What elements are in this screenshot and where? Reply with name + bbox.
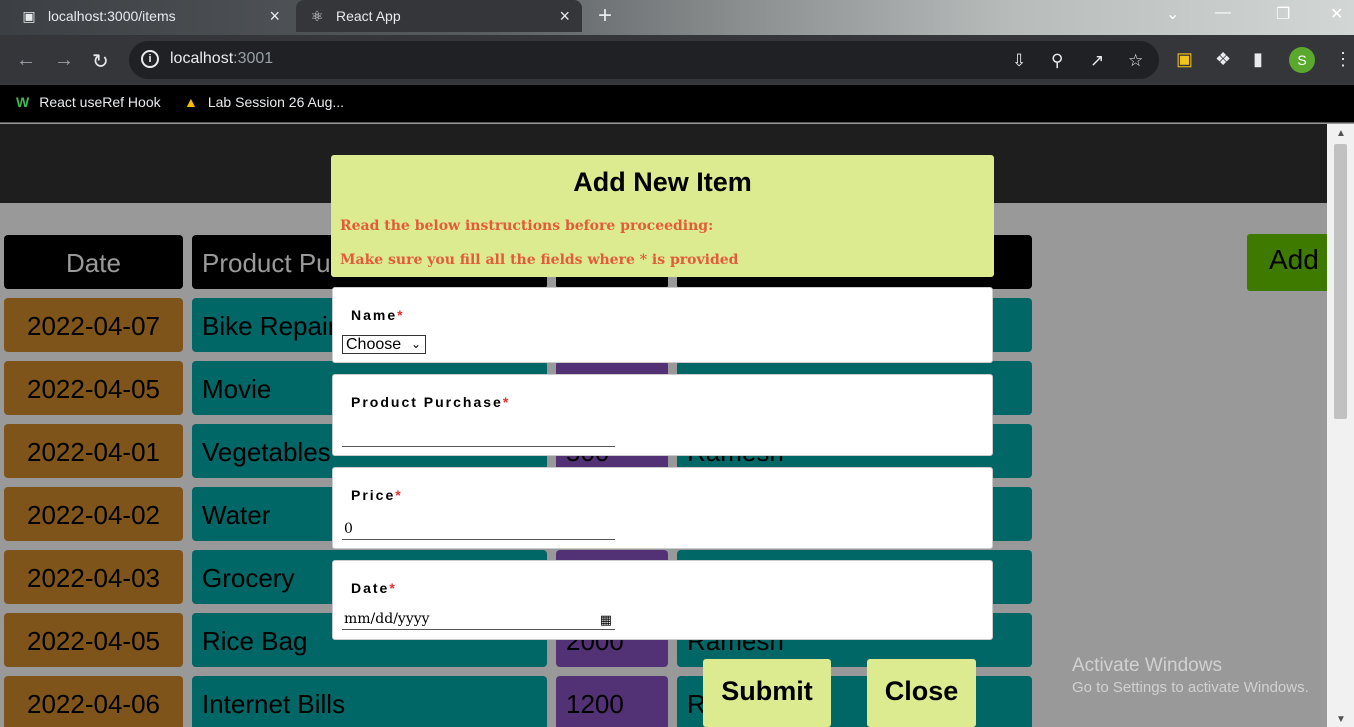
bookmark-star-icon[interactable]: ☆ [1128,51,1143,71]
bookmark-label: Lab Session 26 Aug... [207,94,345,110]
restore-icon[interactable]: ❐ [1276,4,1290,24]
name-field: Name* Choose ⌄ [332,287,993,363]
browser-toolbar: ← → ↻ i localhost:3001 ⇩ ⚲ ↗ ☆ ▣ ❖ ▮ S ⋮ [0,35,1354,85]
product-input[interactable] [342,425,615,447]
install-icon[interactable]: ⇩ [1012,51,1026,71]
bookmark-lab-session[interactable]: ▲ Lab Session 26 Aug... [184,94,344,110]
zoom-icon[interactable]: ⚲ [1051,51,1063,71]
site-info-icon[interactable]: i [141,50,159,68]
required-mark: * [502,394,511,410]
scrollbar-thumb[interactable] [1334,144,1347,419]
watermark-line-1: Activate Windows [1072,655,1222,676]
url-text: localhost:3001 [170,50,273,68]
submit-button[interactable]: Submit [703,659,831,727]
required-mark: * [389,580,397,596]
url-host: localhost [170,50,234,67]
tab-title: localhost:3000/items [48,8,176,24]
tab-title: React App [336,8,401,24]
bookmark-react-useref[interactable]: W React useRef Hook [16,94,161,110]
tab-strip: ▣ localhost:3000/items × ⚛ React App × +… [0,0,1354,35]
modal-title: Add New Item [573,167,752,197]
date-field: Date* mm/dd/yyyy ▦ [332,560,993,640]
page-icon: ▣ [22,7,36,24]
side-panel-icon[interactable]: ▮ [1253,49,1263,70]
instruction-line-2: Make sure you fill all the fields where … [340,252,739,268]
price-input[interactable] [342,518,615,540]
name-select[interactable]: Choose ⌄ [342,335,426,354]
calendar-icon[interactable]: ▦ [600,610,612,632]
bookmarks-bar: W React useRef Hook ▲ Lab Session 26 Aug… [0,85,1354,123]
w3schools-icon: W [16,94,30,110]
price-label: Price* [351,487,403,503]
price-field: Price* [332,467,993,549]
share-icon[interactable]: ↗ [1090,51,1104,71]
price-label-text: Price [351,487,396,503]
date-label: Date* [351,580,397,596]
new-tab-icon[interactable]: + [598,2,612,30]
address-bar[interactable]: i localhost:3001 ⇩ ⚲ ↗ ☆ [129,41,1159,79]
close-tab-icon[interactable]: × [269,6,280,27]
date-input[interactable]: mm/dd/yyyy ▦ [342,608,615,630]
name-label-text: Name [351,307,398,323]
required-mark: * [397,307,405,323]
date-label-text: Date [351,580,390,596]
instruction-line-1: Read the below instructions before proce… [340,218,714,234]
reload-icon[interactable]: ↻ [92,49,109,74]
tab-items[interactable]: ▣ localhost:3000/items × [8,0,292,32]
forward-icon[interactable]: → [54,49,74,72]
product-label-text: Product Purchase [351,394,503,410]
tab-search-icon[interactable]: ⌄ [1166,4,1179,24]
chevron-down-icon: ⌄ [410,337,421,351]
close-window-icon[interactable]: ✕ [1330,4,1343,24]
extensions-puzzle-icon[interactable]: ❖ [1215,49,1231,70]
close-tab-icon[interactable]: × [559,6,570,27]
name-label: Name* [351,307,405,323]
back-icon[interactable]: ← [16,49,36,72]
scroll-down-icon[interactable]: ▼ [1336,714,1346,725]
activate-windows-watermark: Activate Windows Go to Settings to activ… [1072,655,1309,696]
extension-icon[interactable]: ▣ [1176,49,1193,70]
bookmark-label: React useRef Hook [39,94,161,110]
tab-react-app[interactable]: ⚛ React App × [296,0,582,32]
date-placeholder: mm/dd/yyyy [344,611,430,627]
modal-header: Add New Item Read the below instructions… [331,155,994,277]
close-button[interactable]: Close [867,659,976,727]
avatar[interactable]: S [1289,47,1315,73]
menu-kebab-icon[interactable]: ⋮ [1334,49,1352,70]
minimize-icon[interactable]: — [1215,4,1231,22]
product-field: Product Purchase* [332,374,993,456]
required-mark: * [395,487,403,503]
watermark-line-2: Go to Settings to activate Windows. [1072,679,1309,696]
url-port: :3001 [233,50,274,67]
name-select-value: Choose [346,336,402,353]
page-scrollbar[interactable]: ▲ ▼ [1327,124,1354,727]
scroll-up-icon[interactable]: ▲ [1336,128,1346,139]
react-icon: ⚛ [310,7,324,24]
product-label: Product Purchase* [351,394,510,410]
drive-icon: ▲ [184,94,198,110]
